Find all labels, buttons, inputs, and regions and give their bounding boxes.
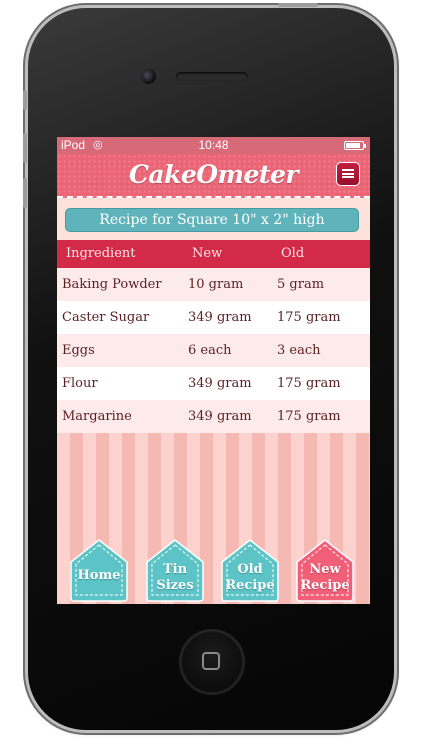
home-button[interactable]: Home: [67, 538, 131, 602]
power-button: [278, 3, 318, 7]
home-square-icon: [202, 652, 220, 670]
table-row[interactable]: Margarine 349 gram 175 gram: [57, 400, 370, 433]
menu-icon: [342, 169, 354, 178]
cell-old: 5 gram: [277, 277, 325, 292]
ingredient-list: Baking Powder 10 gram 5 gram Caster Suga…: [57, 268, 370, 433]
header-old: Old: [281, 246, 305, 261]
cell-new: 349 gram: [188, 409, 252, 424]
volume-up-button: [23, 133, 27, 163]
new-recipe-label-line1: New: [309, 562, 341, 577]
cell-old: 3 each: [277, 343, 321, 358]
table-row[interactable]: Flour 349 gram 175 gram: [57, 367, 370, 400]
app-screen: iPod ◎ 10:48 CakeOmeter Recipe for Squar…: [57, 137, 370, 604]
new-recipe-button[interactable]: New Recipe: [293, 538, 357, 602]
old-recipe-label-line1: Old: [237, 562, 263, 577]
cell-ingredient: Baking Powder: [62, 277, 162, 292]
cell-ingredient: Flour: [62, 376, 98, 391]
cell-old: 175 gram: [277, 409, 341, 424]
earpiece-speaker: [176, 72, 248, 81]
table-row[interactable]: Eggs 6 each 3 each: [57, 334, 370, 367]
cell-new: 6 each: [188, 343, 232, 358]
menu-button[interactable]: [336, 162, 360, 186]
home-button-label: Home: [77, 568, 121, 583]
cell-ingredient: Eggs: [62, 343, 95, 358]
front-camera: [141, 69, 156, 84]
tin-sizes-label-line2: Sizes: [156, 578, 194, 593]
mute-switch: [23, 90, 27, 110]
new-recipe-label-line2: Recipe: [300, 578, 350, 593]
old-recipe-button[interactable]: Old Recipe: [218, 538, 282, 602]
recipe-banner-area: Recipe for Square 10" x 2" high: [57, 198, 370, 240]
cell-old: 175 gram: [277, 376, 341, 391]
cell-new: 349 gram: [188, 376, 252, 391]
cell-new: 10 gram: [188, 277, 244, 292]
clock: 10:48: [198, 138, 229, 152]
battery-icon: [344, 141, 366, 150]
table-row[interactable]: Caster Sugar 349 gram 175 gram: [57, 301, 370, 334]
volume-down-button: [23, 178, 27, 208]
cell-ingredient: Margarine: [62, 409, 132, 424]
header-new: New: [192, 246, 223, 261]
cell-new: 349 gram: [188, 310, 252, 325]
home-hardware-button[interactable]: [180, 630, 244, 694]
table-header: Ingredient New Old: [57, 240, 370, 268]
old-recipe-label-line2: Recipe: [225, 578, 275, 593]
tin-sizes-label-line1: Tin: [162, 562, 188, 577]
status-bar: iPod ◎ 10:48: [57, 137, 370, 154]
cell-ingredient: Caster Sugar: [62, 310, 150, 325]
cell-old: 175 gram: [277, 310, 341, 325]
recipe-banner: Recipe for Square 10" x 2" high: [65, 208, 359, 232]
bottom-toolbar: Home Tin Sizes Old Recipe New Recipe: [57, 535, 370, 604]
table-row[interactable]: Baking Powder 10 gram 5 gram: [57, 268, 370, 301]
tin-sizes-button[interactable]: Tin Sizes: [143, 538, 207, 602]
header-ingredient: Ingredient: [66, 246, 136, 261]
nav-bar: CakeOmeter: [57, 154, 370, 198]
app-title: CakeOmeter: [128, 160, 299, 189]
